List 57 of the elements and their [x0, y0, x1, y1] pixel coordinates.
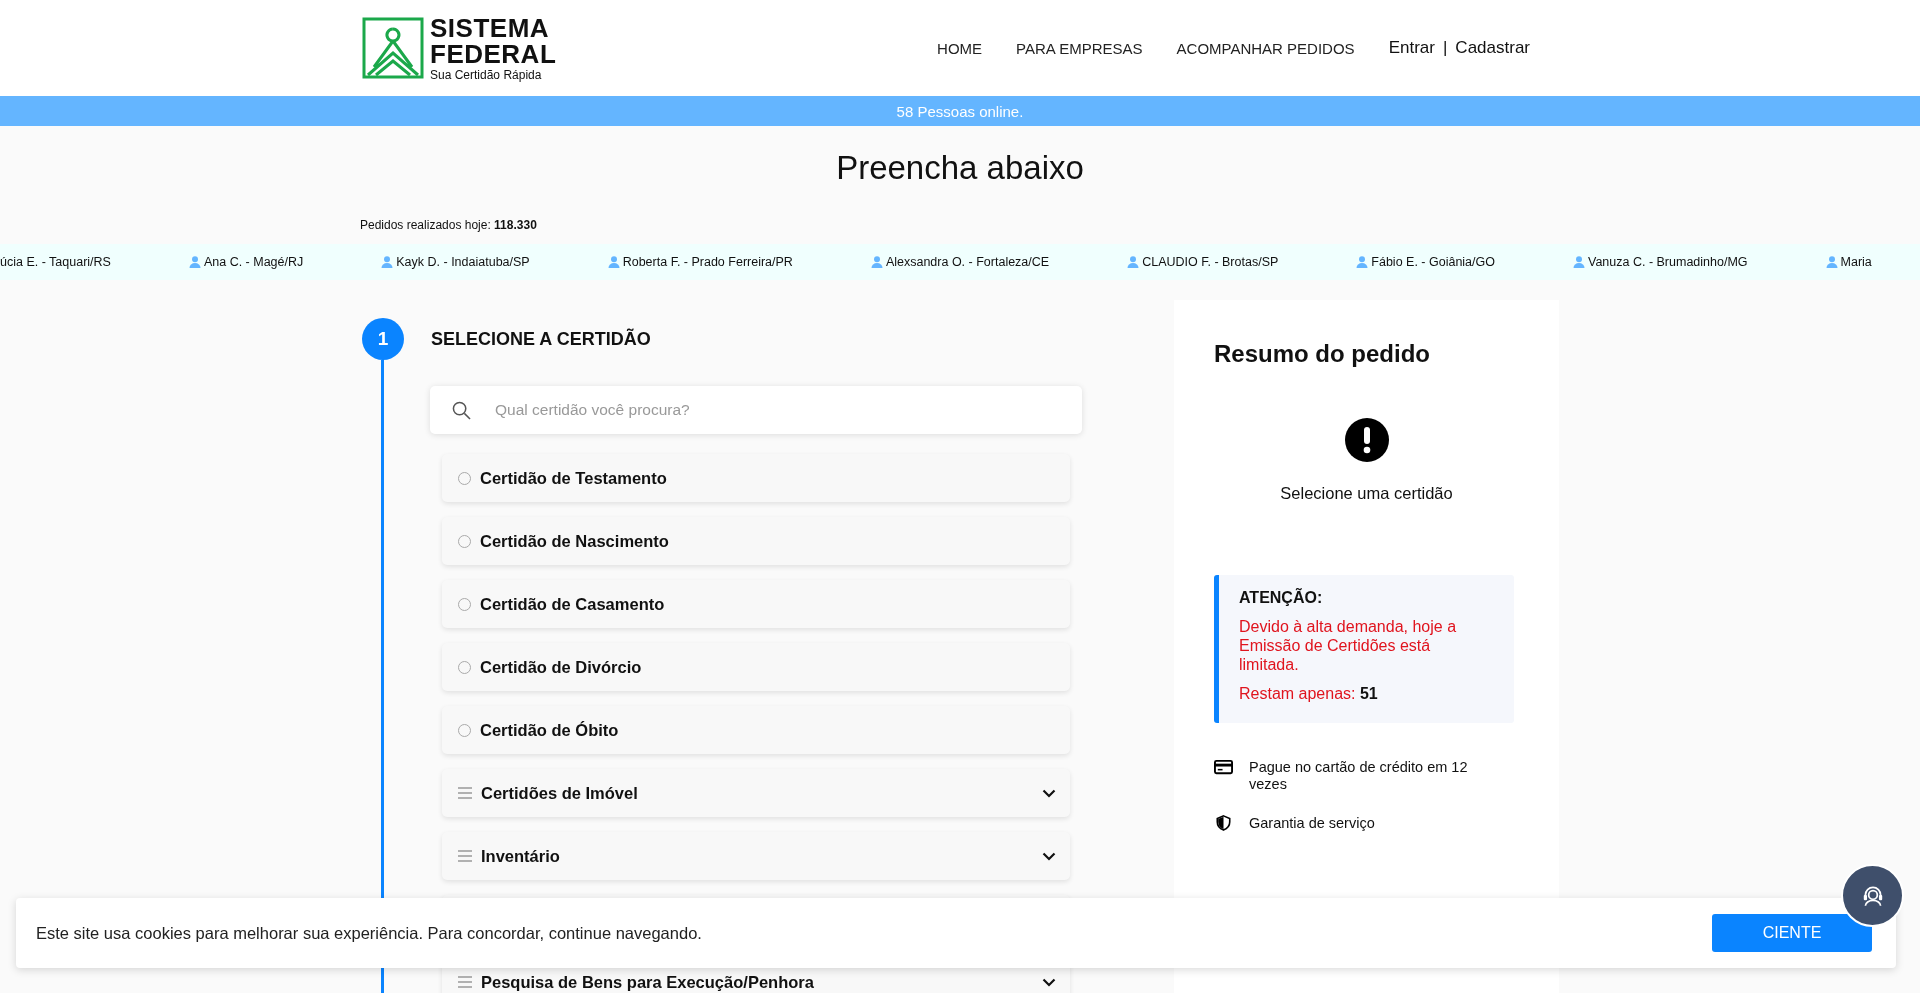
ticker-item: úcia E. - Taquari/RS	[0, 255, 111, 269]
menu-icon	[458, 850, 472, 862]
summary-title: Resumo do pedido	[1214, 340, 1431, 368]
option-label: Certidões de Imóvel	[481, 783, 639, 803]
option-label: Certidão de Casamento	[480, 594, 666, 614]
ticker-item: Alexsandra O. - Fortaleza/CE	[885, 255, 1050, 269]
category-option[interactable]: Certidões de Imóvel	[442, 769, 1070, 817]
alert-icon	[1344, 418, 1389, 462]
ticker-item: CLAUDIO F. - Brotas/SP	[1142, 255, 1279, 269]
feature-text: Pague no cartão de crédito em 12 vezes	[1249, 758, 1469, 794]
ticker-item: Maria	[1840, 255, 1872, 269]
logo-tagline: Sua Certidão Rápida	[430, 69, 543, 81]
credit-card-icon	[1214, 758, 1233, 775]
page-title: Preencha abaixo	[835, 148, 1085, 188]
certificate-option[interactable]: Certidão de Casamento	[442, 580, 1070, 628]
logo-title: SISTEMA	[430, 15, 551, 41]
separator: |	[1442, 38, 1448, 58]
option-label: Certidão de Óbito	[480, 720, 620, 740]
ticker-item: Roberta F. - Prado Ferreira/PR	[622, 255, 793, 269]
menu-icon	[458, 787, 472, 799]
ticker-item: Ana C. - Magé/RJ	[203, 255, 304, 269]
accept-button[interactable]: CIENTE	[1712, 914, 1872, 952]
register-link[interactable]: Cadastrar	[1455, 38, 1530, 58]
option-label: Certidão de Divórcio	[480, 657, 643, 677]
search-bar[interactable]: Qual certidão você procura?	[430, 386, 1082, 434]
orders-today: Pedidos realizados hoje: 118.330	[360, 218, 538, 232]
option-label: Pesquisa de Bens para Execução/Penhora	[481, 972, 815, 992]
certificate-option[interactable]: Certidão de Nascimento	[442, 517, 1070, 565]
cookie-message: Este site usa cookies para melhorar sua experiência. Para concordar, continue navegando.	[36, 923, 702, 943]
ticker-item: Kayk D. - Indaiatuba/SP	[396, 255, 530, 269]
notice-message: Devido à alta demanda, hoje a Emissão de Certidões está limitada.	[1239, 617, 1458, 675]
category-option[interactable]: Inventário	[442, 832, 1070, 880]
search-field[interactable]: Qual certidão você procura?	[493, 400, 1060, 420]
ticker-item: Fábio E. - Goiânia/GO	[1371, 255, 1495, 269]
nav-link[interactable]: ACOMPANHAR PEDIDOS	[1176, 39, 1355, 57]
step-badge: 1	[362, 318, 404, 360]
step-title: SELECIONE A CERTIDÃO	[431, 328, 651, 350]
nav-link[interactable]: HOME	[937, 39, 983, 57]
online-bar: 58 Pessoas online.	[0, 96, 1920, 126]
certificate-option[interactable]: Certidão de Óbito	[442, 706, 1070, 754]
notice-title: ATENÇÃO:	[1239, 589, 1324, 607]
menu-icon	[458, 976, 472, 988]
option-label: Inventário	[481, 846, 561, 866]
option-label: Certidão de Nascimento	[480, 531, 670, 551]
certificate-option[interactable]: Certidão de Testamento	[442, 454, 1070, 502]
feature-text: Garantia de serviço	[1249, 815, 1376, 833]
empty-message: Selecione uma certidão	[1279, 484, 1454, 503]
shield-icon	[1214, 815, 1233, 832]
nav-link[interactable]: PARA EMPRESAS	[1016, 39, 1143, 57]
search-icon	[452, 400, 471, 420]
certificate-option[interactable]: Certidão de Divórcio	[442, 643, 1070, 691]
login-link[interactable]: Entrar	[1388, 38, 1435, 58]
logo-title: FEDERAL	[430, 41, 557, 67]
logo-icon	[362, 17, 424, 79]
ticker-item: Vanuza C. - Brumadinho/MG	[1588, 255, 1748, 269]
option-label: Certidão de Testamento	[480, 468, 668, 488]
remaining-count: Restam apenas: 51	[1239, 684, 1379, 703]
